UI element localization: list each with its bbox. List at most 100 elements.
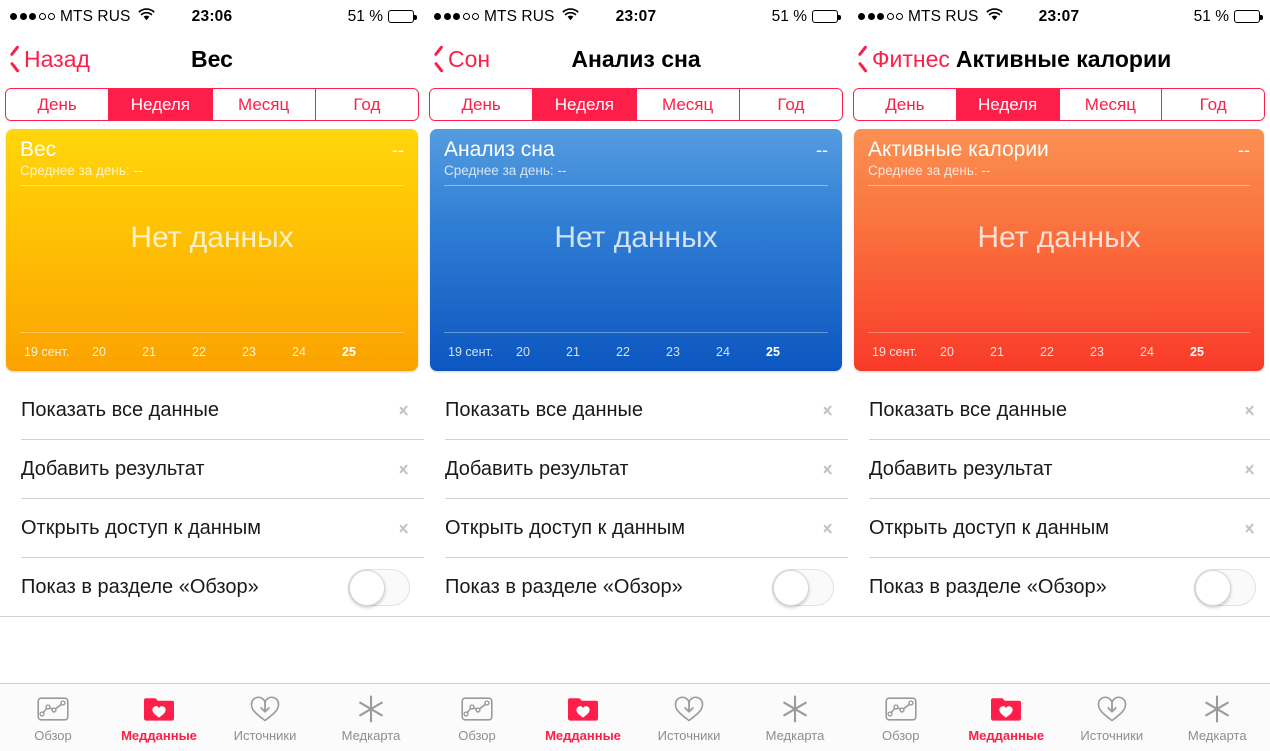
chart-card-subtitle: Среднее за день: -- — [868, 163, 991, 179]
chevron-right-icon — [1245, 402, 1256, 420]
tab-sources[interactable]: Источники — [1059, 692, 1165, 743]
axis-tick: 19 сент. — [448, 345, 494, 359]
tab-health-data[interactable]: Медданные — [106, 692, 212, 743]
tab-overview[interactable]: Обзор — [0, 692, 106, 743]
chart-card[interactable]: Вес -- Среднее за день: -- Нет данных 19… — [6, 129, 418, 371]
segmented-control[interactable]: День Неделя Месяц Год — [853, 88, 1265, 121]
axis-tick: 19 сент. — [24, 345, 70, 359]
list-item-show-all-data[interactable]: Показать все данные — [0, 381, 424, 440]
segment-day[interactable]: День — [6, 89, 110, 120]
segment-month[interactable]: Месяц — [1059, 89, 1163, 120]
chart-card-header: Вес -- Среднее за день: -- — [6, 129, 418, 178]
list-item-share-data[interactable]: Открыть доступ к данным — [0, 499, 424, 558]
tab-bar: Обзор Медданные Источники Медкарта — [424, 683, 848, 751]
screenshot-triptych: MTS RUS 23:06 51 % Назад Вес День Неделя… — [0, 0, 1270, 751]
chart-card-header: Активные калории -- Среднее за день: -- — [854, 129, 1264, 178]
list-item-add-result[interactable]: Добавить результат — [848, 440, 1270, 499]
segment-week[interactable]: Неделя — [956, 89, 1060, 120]
tab-overview[interactable]: Обзор — [848, 692, 954, 743]
chevron-right-icon — [399, 520, 410, 538]
segmented-control[interactable]: День Неделя Месяц Год — [429, 88, 843, 121]
axis-tick: 22 — [616, 345, 630, 359]
list-item-share-data[interactable]: Открыть доступ к данным — [848, 499, 1270, 558]
segment-month[interactable]: Месяц — [636, 89, 740, 120]
tab-label: Обзор — [458, 728, 496, 743]
back-button[interactable]: Назад — [8, 46, 90, 73]
chevron-left-icon — [8, 49, 20, 69]
back-button[interactable]: Фитнес — [856, 46, 950, 73]
chart-x-axis: 19 сент. 20 21 22 23 24 25 — [24, 345, 408, 359]
list-item-show-in-dashboard[interactable]: Показ в разделе «Обзор» — [848, 558, 1270, 617]
chart-card-divider — [868, 185, 1250, 187]
tab-label: Источники — [1080, 728, 1144, 743]
list-item-label: Показ в разделе «Обзор» — [21, 576, 259, 598]
nav-bar: Сон Анализ сна — [424, 33, 848, 85]
tab-health-data[interactable]: Медданные — [530, 692, 636, 743]
range-selector: День Неделя Месяц Год — [424, 85, 848, 129]
list-item-show-in-dashboard[interactable]: Показ в разделе «Обзор» — [424, 558, 848, 617]
list-item-show-all-data[interactable]: Показать все данные — [848, 381, 1270, 440]
list-item-show-all-data[interactable]: Показать все данные — [424, 381, 848, 440]
status-bar: MTS RUS 23:07 51 % — [424, 0, 848, 33]
show-in-dashboard-toggle[interactable] — [1194, 569, 1256, 606]
chevron-right-icon — [399, 402, 410, 420]
toggle-knob — [349, 569, 385, 606]
chevron-left-icon — [432, 49, 444, 69]
tab-label: Источники — [233, 728, 297, 743]
status-bar-clock: 23:07 — [1038, 7, 1080, 25]
chart-card[interactable]: Активные калории -- Среднее за день: -- … — [854, 129, 1264, 371]
show-in-dashboard-toggle[interactable] — [348, 569, 410, 606]
axis-tick: 24 — [1140, 345, 1154, 359]
tab-medical-id[interactable]: Медкарта — [318, 692, 424, 743]
list-item-share-data[interactable]: Открыть доступ к данным — [424, 499, 848, 558]
list-item-add-result[interactable]: Добавить результат — [424, 440, 848, 499]
nav-bar: Фитнес Активные калории — [848, 33, 1270, 85]
axis-tick: 21 — [990, 345, 1004, 359]
tab-medical-id[interactable]: Медкарта — [1165, 692, 1270, 743]
back-button[interactable]: Сон — [432, 46, 490, 73]
list-item-label: Добавить результат — [445, 458, 629, 480]
tab-medical-id[interactable]: Медкарта — [742, 692, 848, 743]
segment-week[interactable]: Неделя — [109, 89, 213, 120]
list-item-add-result[interactable]: Добавить результат — [0, 440, 424, 499]
medical-asterisk-icon — [356, 692, 386, 725]
back-button-label: Назад — [24, 45, 90, 72]
segment-year[interactable]: Год — [739, 89, 842, 120]
chart-x-axis: 19 сент. 20 21 22 23 24 25 — [872, 345, 1254, 359]
list-item-show-in-dashboard[interactable]: Показ в разделе «Обзор» — [0, 558, 424, 617]
chart-card[interactable]: Анализ сна -- Среднее за день: -- Нет да… — [430, 129, 842, 371]
tab-sources[interactable]: Источники — [636, 692, 742, 743]
segment-year[interactable]: Год — [1162, 89, 1264, 120]
segment-day[interactable]: День — [430, 89, 534, 120]
options-list: Показать все данные Добавить результат О… — [848, 381, 1270, 617]
tab-overview[interactable]: Обзор — [424, 692, 530, 743]
chart-card-divider — [20, 185, 404, 187]
list-item-label: Показ в разделе «Обзор» — [445, 576, 683, 598]
segment-week[interactable]: Неделя — [533, 89, 637, 120]
chart-box-icon — [461, 692, 493, 725]
status-bar-clock: 23:06 — [191, 7, 233, 25]
folder-heart-icon — [143, 692, 175, 725]
tab-sources[interactable]: Источники — [212, 692, 318, 743]
axis-tick: 25 — [766, 345, 780, 359]
tab-label: Медкарта — [341, 728, 401, 743]
tab-health-data[interactable]: Медданные — [954, 692, 1060, 743]
segmented-control[interactable]: День Неделя Месяц Год — [5, 88, 419, 121]
heart-download-icon — [1096, 692, 1128, 725]
segment-year[interactable]: Год — [315, 89, 418, 120]
axis-tick: 20 — [92, 345, 106, 359]
list-item-label: Открыть доступ к данным — [445, 517, 685, 539]
chart-card-title: Анализ сна — [444, 138, 555, 161]
tab-bar: Обзор Медданные Источники Медкарта — [848, 683, 1270, 751]
axis-tick: 21 — [142, 345, 156, 359]
chevron-right-icon — [1245, 520, 1256, 538]
axis-tick: 25 — [342, 345, 356, 359]
axis-tick: 23 — [242, 345, 256, 359]
show-in-dashboard-toggle[interactable] — [772, 569, 834, 606]
segment-month[interactable]: Месяц — [212, 89, 316, 120]
range-selector: День Неделя Месяц Год — [0, 85, 424, 129]
chart-axis-line — [444, 332, 828, 333]
chevron-right-icon — [1245, 461, 1256, 479]
segment-day[interactable]: День — [854, 89, 957, 120]
heart-download-icon — [673, 692, 705, 725]
